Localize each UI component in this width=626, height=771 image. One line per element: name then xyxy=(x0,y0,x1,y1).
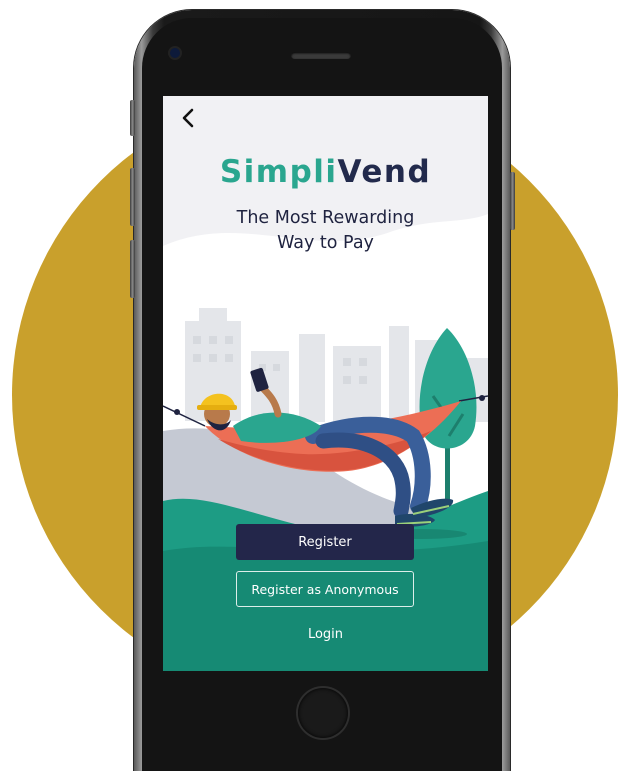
tagline-line1: The Most Rewarding xyxy=(236,208,415,228)
mute-switch xyxy=(130,100,135,136)
volume-up-button xyxy=(130,168,135,226)
app-screen: SimpliVend The Most Rewarding Way to Pay… xyxy=(163,96,488,671)
logo-text-part1: Simpli xyxy=(219,154,338,190)
register-anonymous-button[interactable]: Register as Anonymous xyxy=(236,571,414,607)
home-button[interactable] xyxy=(298,688,348,738)
chevron-left-icon[interactable] xyxy=(177,106,201,130)
tagline-line2: Way to Pay xyxy=(277,233,374,253)
register-button-label: Register xyxy=(298,534,352,550)
register-anonymous-label: Register as Anonymous xyxy=(251,581,399,597)
volume-down-button xyxy=(130,240,135,298)
tagline: The Most Rewarding Way to Pay xyxy=(193,206,458,256)
power-button xyxy=(510,172,515,230)
register-button[interactable]: Register xyxy=(236,524,414,560)
front-camera xyxy=(170,48,180,58)
login-link[interactable]: Login xyxy=(163,627,488,642)
earpiece-speaker xyxy=(291,52,351,59)
app-logo: SimpliVend xyxy=(163,154,488,190)
logo-text-part2: Vend xyxy=(337,154,432,190)
